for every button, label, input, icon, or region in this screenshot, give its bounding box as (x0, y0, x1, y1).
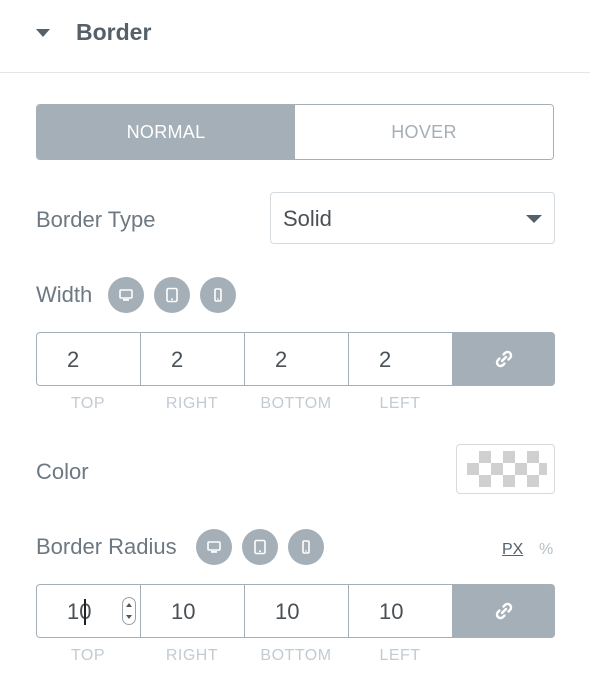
chevron-down-icon (526, 215, 542, 223)
width-top-label: TOP (70, 395, 106, 412)
width-bottom-input[interactable]: 2 (244, 332, 348, 386)
width-bottom-value: 2 (275, 347, 288, 372)
radius-bottom-value: 10 (275, 599, 300, 624)
tablet-icon[interactable] (154, 277, 190, 313)
width-link-button[interactable] (452, 332, 555, 386)
stepper-icon[interactable] (122, 597, 136, 625)
width-bottom-label: BOTTOM (260, 395, 332, 412)
caret-down-icon[interactable] (36, 29, 50, 37)
width-inputs: 2 2 2 2 (36, 332, 555, 386)
width-left-label: LEFT (379, 395, 421, 412)
width-top-input[interactable]: 2 (36, 332, 140, 386)
mobile-icon[interactable] (200, 277, 236, 313)
link-icon (495, 350, 512, 368)
border-type-select[interactable]: Solid (270, 192, 555, 244)
width-right-input[interactable]: 2 (140, 332, 244, 386)
unit-percent[interactable]: % (539, 541, 553, 559)
radius-top-label: TOP (70, 647, 106, 664)
width-label: Width (36, 282, 93, 307)
radius-top-value: 10 (67, 599, 92, 624)
radius-right-value: 10 (171, 599, 196, 624)
section-title: Border (76, 19, 152, 45)
radius-left-label: LEFT (379, 647, 421, 664)
radius-left-input[interactable]: 10 (348, 584, 452, 638)
desktop-icon[interactable] (196, 529, 232, 565)
radius-link-button[interactable] (452, 584, 555, 638)
border-type-label: Border Type (36, 207, 156, 232)
radius-left-value: 10 (379, 599, 404, 624)
color-picker[interactable] (456, 444, 555, 494)
radius-bottom-label: BOTTOM (260, 647, 332, 664)
state-tabs: NORMAL HOVER (36, 104, 554, 160)
width-right-label: RIGHT (165, 395, 219, 412)
radius-inputs: 10 10 10 10 (36, 584, 555, 638)
text-cursor (84, 599, 86, 625)
border-type-value: Solid (283, 206, 332, 231)
radius-right-label: RIGHT (165, 647, 219, 664)
tab-normal[interactable]: NORMAL (37, 105, 295, 159)
mobile-icon[interactable] (288, 529, 324, 565)
transparent-checkerboard (467, 451, 547, 487)
width-top-value: 2 (67, 347, 80, 372)
radius-bottom-input[interactable]: 10 (244, 584, 348, 638)
width-right-value: 2 (171, 347, 184, 372)
radius-right-input[interactable]: 10 (140, 584, 244, 638)
link-icon (495, 602, 512, 620)
tablet-icon[interactable] (242, 529, 278, 565)
radius-top-input[interactable]: 10 (36, 584, 140, 638)
color-label: Color (36, 459, 89, 484)
width-left-input[interactable]: 2 (348, 332, 452, 386)
border-radius-label: Border Radius (36, 534, 177, 559)
width-left-value: 2 (379, 347, 392, 372)
tab-hover[interactable]: HOVER (295, 105, 553, 159)
section-header[interactable]: Border (0, 0, 590, 73)
unit-px[interactable]: PX (502, 541, 523, 559)
desktop-icon[interactable] (108, 277, 144, 313)
